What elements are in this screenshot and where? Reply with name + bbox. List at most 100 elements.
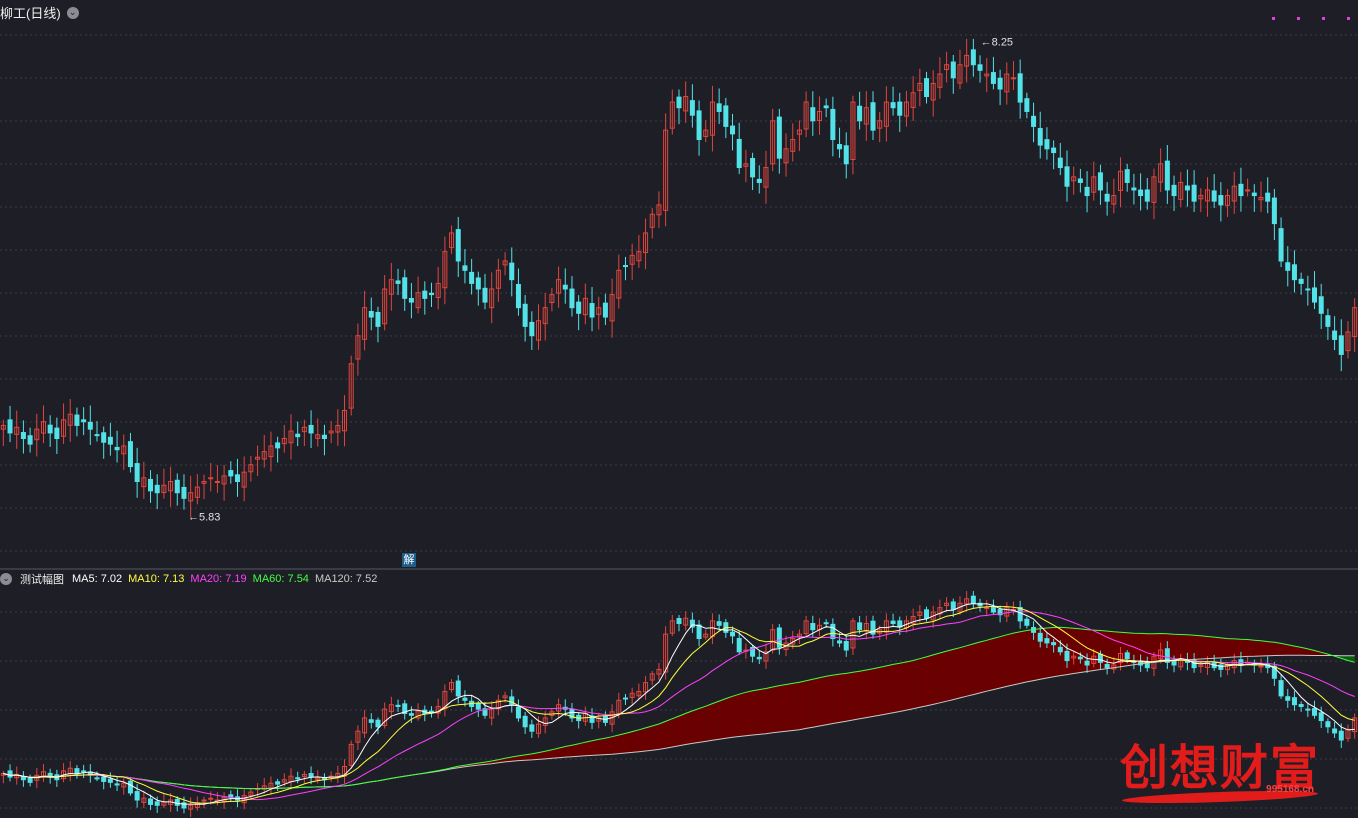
main-candle-body (1325, 315, 1331, 327)
ma-band-segment (826, 675, 833, 725)
sub-candle-body (1312, 708, 1318, 716)
ma-band-segment (919, 656, 927, 708)
chevron-down-icon[interactable]: ⌄ (0, 573, 12, 585)
ma-band-segment (571, 743, 579, 757)
main-candle-body (428, 292, 434, 296)
main-candle-body (823, 105, 829, 109)
sub-candle-body (1124, 652, 1130, 660)
ma-band-segment (665, 718, 673, 749)
ma-band-segment (1093, 630, 1101, 671)
sub-candle-body (94, 777, 100, 780)
sub-candle-body (857, 622, 863, 631)
main-candle-body (7, 419, 13, 434)
sub-candle-body (843, 641, 849, 651)
sub-candle-body (1037, 632, 1043, 642)
main-candle-body (1031, 115, 1037, 127)
sub-candle-body (101, 776, 107, 782)
sub-candle-body (20, 776, 26, 781)
main-candle-body (1238, 183, 1244, 197)
ma-band-segment (926, 654, 934, 706)
sub-candle-body (1318, 712, 1324, 722)
sub-candle-body (428, 710, 434, 713)
main-candle-body (1298, 278, 1304, 284)
main-candle-body (94, 434, 100, 437)
main-candle-body (1124, 169, 1130, 183)
ma-band-segment (679, 713, 686, 746)
sub-candle-body (114, 783, 120, 786)
sub-candle-body (7, 770, 13, 778)
ma-band-segment (1281, 643, 1288, 656)
main-candle-body (87, 421, 93, 430)
ma-band-segment (786, 683, 793, 732)
sub-candle-body (395, 704, 401, 707)
sub-candle-body (134, 791, 140, 801)
ma-band-segment (980, 640, 987, 693)
ma-band-segment (1200, 635, 1208, 660)
ma-band-segment (658, 721, 666, 750)
main-candle-body (208, 477, 214, 480)
ma-band-segment (846, 672, 853, 722)
ma-band-segment (759, 688, 766, 735)
ma-band-segment (1240, 639, 1248, 657)
sub-candle-body (823, 622, 829, 625)
unlock-badge[interactable]: 解 (402, 553, 416, 567)
main-candle-body (1218, 195, 1224, 206)
ma-band-segment (993, 636, 1001, 690)
ma-band-segment (1214, 637, 1221, 659)
ma-band-segment (832, 674, 840, 724)
sub-candle-body (375, 719, 381, 728)
ma-band-segment (839, 673, 847, 723)
ma-band-segment (973, 642, 981, 695)
sub-candle-body (308, 773, 314, 778)
sub-candle-body (1325, 721, 1331, 728)
main-candle-body (776, 116, 782, 159)
main-candle-body (997, 77, 1003, 90)
main-candle-body (27, 435, 33, 445)
main-candle-body (228, 470, 234, 477)
sub-candle-body (730, 631, 736, 637)
ma-band-segment (1207, 636, 1215, 659)
sub-candle-body (529, 724, 535, 732)
ma-band-segment (933, 652, 940, 705)
ma-band-segment (739, 692, 746, 737)
ma-band-segment (792, 682, 800, 731)
sub-candle-body (736, 638, 742, 653)
main-candle-body (114, 446, 120, 451)
ma-band-segment (812, 677, 820, 728)
ma-band-segment (565, 745, 572, 758)
main-candle-body (1064, 166, 1070, 187)
stock-title: 柳工(日线) (0, 6, 61, 21)
ma-band-segment (1013, 631, 1021, 685)
main-candle-body (509, 262, 515, 281)
ma-band-segment (1174, 634, 1181, 661)
sub-candle-body (27, 777, 33, 783)
ma-band-segment (712, 701, 720, 741)
main-candle-body (174, 479, 180, 494)
main-candle-body (368, 311, 374, 318)
main-candle-body (569, 288, 575, 309)
ma-legend-items: MA5: 7.02 MA10: 7.13 MA20: 7.19 MA60: 7.54 M… (72, 573, 377, 585)
sub-candle-body (1291, 697, 1297, 706)
ma-band-segment (719, 698, 726, 740)
ma-band-segment (779, 684, 787, 733)
ma-legend-0: MA5: 7.02 (72, 573, 123, 585)
main-candle-body (1332, 330, 1338, 340)
ma-band-segment (1006, 633, 1014, 687)
ma-band-segment (953, 647, 960, 700)
sub-candle-body (275, 781, 281, 785)
sub-candle-body (810, 623, 816, 631)
ma-band-segment (1267, 641, 1275, 656)
sub-candle-body (1298, 704, 1304, 707)
main-candle-body (522, 303, 528, 327)
chart-canvas[interactable]: ←8.25 ←5.83 (0, 0, 1358, 818)
ma-band-segment (1234, 638, 1241, 658)
ma-band-segment (605, 736, 613, 755)
ma-band-segment (1247, 639, 1255, 657)
main-candle-body (1291, 264, 1297, 281)
sub-candle-body (462, 697, 468, 701)
chevron-down-icon[interactable]: ⌄ (66, 6, 79, 19)
sub-candle-body (154, 801, 160, 806)
main-candle-body (1084, 186, 1090, 197)
sub-candle-body (1057, 646, 1063, 653)
ma-band-segment (1227, 638, 1235, 658)
